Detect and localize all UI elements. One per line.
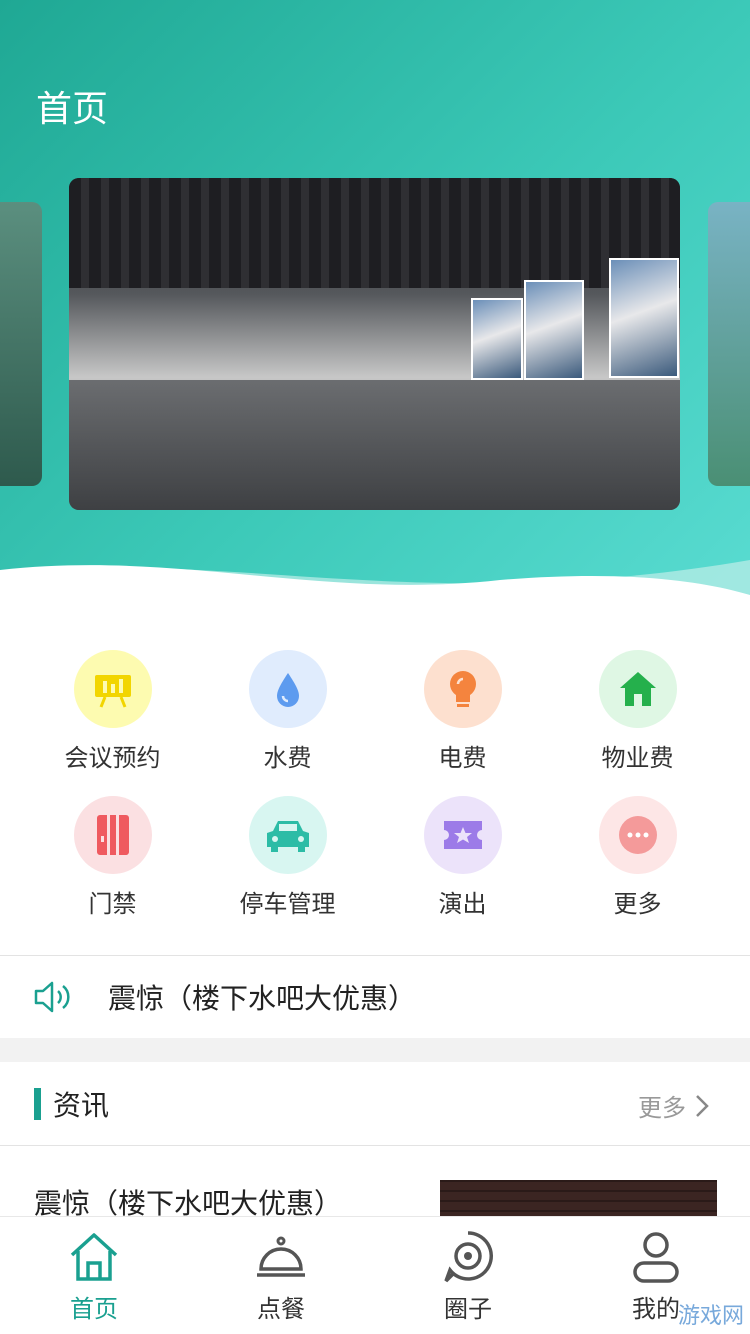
notice-text: 震惊（楼下水吧大优惠） [108,982,417,1015]
feature-label: 停车管理 [239,890,336,918]
carousel-prev-card[interactable] [0,202,42,486]
house-icon [598,650,677,728]
feature-label: 电费 [438,744,487,772]
light-bulb-icon [423,650,502,728]
feature-performance[interactable]: 演出 [375,796,550,919]
carousel-main-image[interactable] [69,178,680,510]
tab-order-food[interactable]: 点餐 [211,1229,351,1324]
painting-image [609,258,679,378]
feature-label: 更多 [613,890,662,918]
feature-property-fee[interactable]: 物业费 [550,650,725,773]
section-gap [0,1038,750,1062]
speaker-icon [32,977,74,1017]
notice-bar[interactable]: 震惊（楼下水吧大优惠） [0,956,750,1038]
feature-door-access[interactable]: 门禁 [25,796,200,919]
section-accent-bar [34,1088,41,1120]
news-section-title: 资讯 [53,1089,110,1122]
news-item-thumbnail[interactable] [440,1180,717,1220]
wave-decoration [0,560,750,620]
car-icon [248,796,327,874]
tab-label: 首页 [70,1295,118,1323]
news-more-link[interactable]: 更多 [638,1088,710,1123]
feature-water-fee[interactable]: 水费 [200,650,375,773]
feature-label: 演出 [438,890,487,918]
chevron-right-icon [694,1093,710,1119]
more-label: 更多 [638,1094,686,1122]
page-title: 首页 [36,89,109,130]
divider [0,1145,750,1146]
feature-label: 门禁 [88,890,137,918]
circle-chat-icon [398,1229,538,1287]
feature-label: 水费 [263,744,312,772]
feature-meeting-booking[interactable]: 会议预约 [25,650,200,773]
more-dots-icon [598,796,677,874]
tab-label: 点餐 [257,1295,305,1323]
gallery-ceiling-image [69,178,680,288]
tab-circle[interactable]: 圈子 [398,1229,538,1324]
tab-home[interactable]: 首页 [24,1229,164,1324]
feature-more[interactable]: 更多 [550,796,725,919]
home-icon [24,1229,164,1287]
feature-label: 物业费 [601,744,674,772]
gallery-floor-image [69,380,680,510]
painting-image [471,298,523,380]
food-cloche-icon [211,1229,351,1287]
watermark-text: 游戏网 [677,1304,744,1329]
hero-banner: 首页 [0,0,750,620]
door-access-icon [73,796,152,874]
feature-electric-fee[interactable]: 电费 [375,650,550,773]
presentation-board-icon [73,650,152,728]
bottom-tab-bar: 首页 点餐 圈子 我的 [0,1216,750,1334]
carousel-next-card[interactable] [708,202,750,486]
feature-parking[interactable]: 停车管理 [200,796,375,919]
painting-image [524,280,584,380]
ticket-star-icon [423,796,502,874]
feature-label: 会议预约 [64,744,161,772]
water-drop-icon [248,650,327,728]
user-icon [586,1229,726,1287]
tab-label: 圈子 [444,1295,492,1323]
